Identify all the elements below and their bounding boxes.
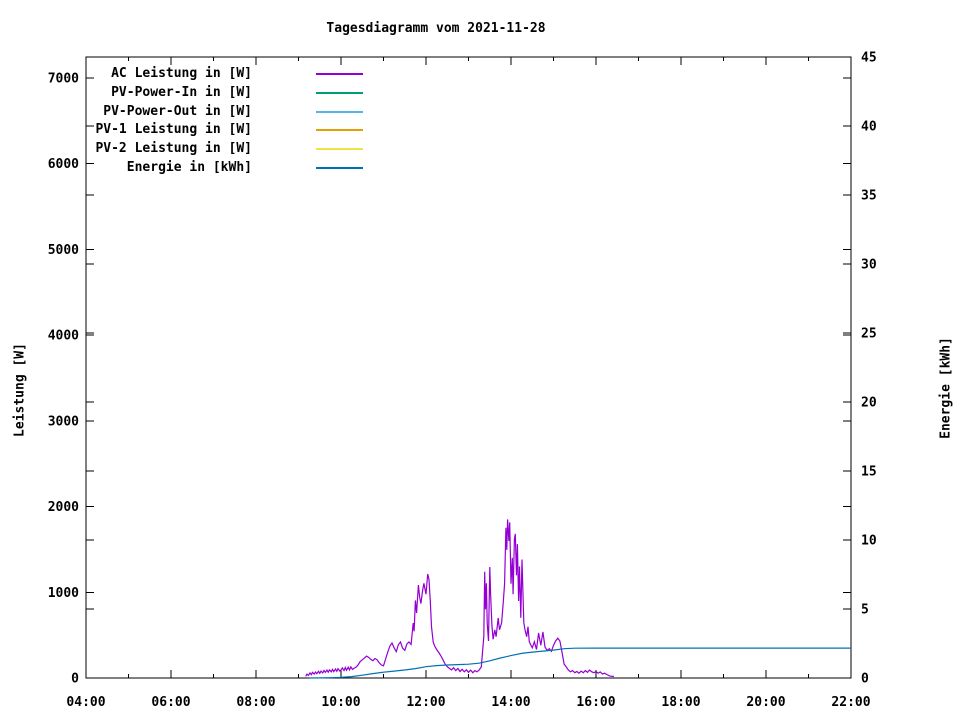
- y-tick-label: 3000: [48, 414, 79, 429]
- series-line-ac-leistung-in-w-: [305, 519, 614, 678]
- chart-screen: 04:00 06:00 08:00 10:00 12:00 14:00 16:00 18:00…: [0, 0, 960, 720]
- y2-tick-label: 5: [861, 603, 869, 618]
- y2-tick-label: 30: [861, 258, 877, 273]
- y2-tick-label: 15: [861, 465, 877, 480]
- y-tick-label: 1000: [48, 586, 79, 601]
- x-tick-label: 12:00: [406, 695, 445, 710]
- y-tick-label: 6000: [48, 157, 79, 172]
- x-tick-label: 20:00: [746, 695, 785, 710]
- y2-tick-label: 45: [861, 51, 877, 66]
- y2-tick-label: 0: [861, 672, 869, 687]
- chart-title: Tagesdiagramm vom 2021-11-28: [326, 21, 546, 36]
- x-tick-label: 06:00: [151, 695, 190, 710]
- y2-tick-label: 25: [861, 327, 877, 342]
- y-tick-label: 2000: [48, 500, 79, 515]
- y2-tick-label: 20: [861, 396, 877, 411]
- y-tick-label: 4000: [48, 329, 79, 344]
- x-tick-label: 16:00: [576, 695, 615, 710]
- plot-border: [85, 56, 852, 679]
- x-tick-label: 14:00: [491, 695, 530, 710]
- x-tick-label: 08:00: [236, 695, 275, 710]
- y2-axis-title: Energie [kWh]: [938, 337, 954, 439]
- plot-area: 04:00 06:00 08:00 10:00 12:00 14:00 16:00 18:00…: [48, 51, 877, 711]
- y-tick-label: 7000: [48, 72, 79, 87]
- y2-tick-label: 40: [861, 120, 877, 135]
- series-line-energie-in-kwh-: [309, 647, 851, 679]
- x-tick-label: 18:00: [661, 695, 700, 710]
- y2-tick-label: 35: [861, 189, 877, 204]
- y-axis-title: Leistung [W]: [12, 343, 28, 437]
- x-tick-label: 04:00: [66, 695, 105, 710]
- x-tick-label: 22:00: [831, 695, 870, 710]
- x-tick-label: 10:00: [321, 695, 360, 710]
- y-tick-label: 5000: [48, 243, 79, 258]
- y2-tick-label: 10: [861, 534, 877, 549]
- y-tick-label: 0: [71, 672, 79, 687]
